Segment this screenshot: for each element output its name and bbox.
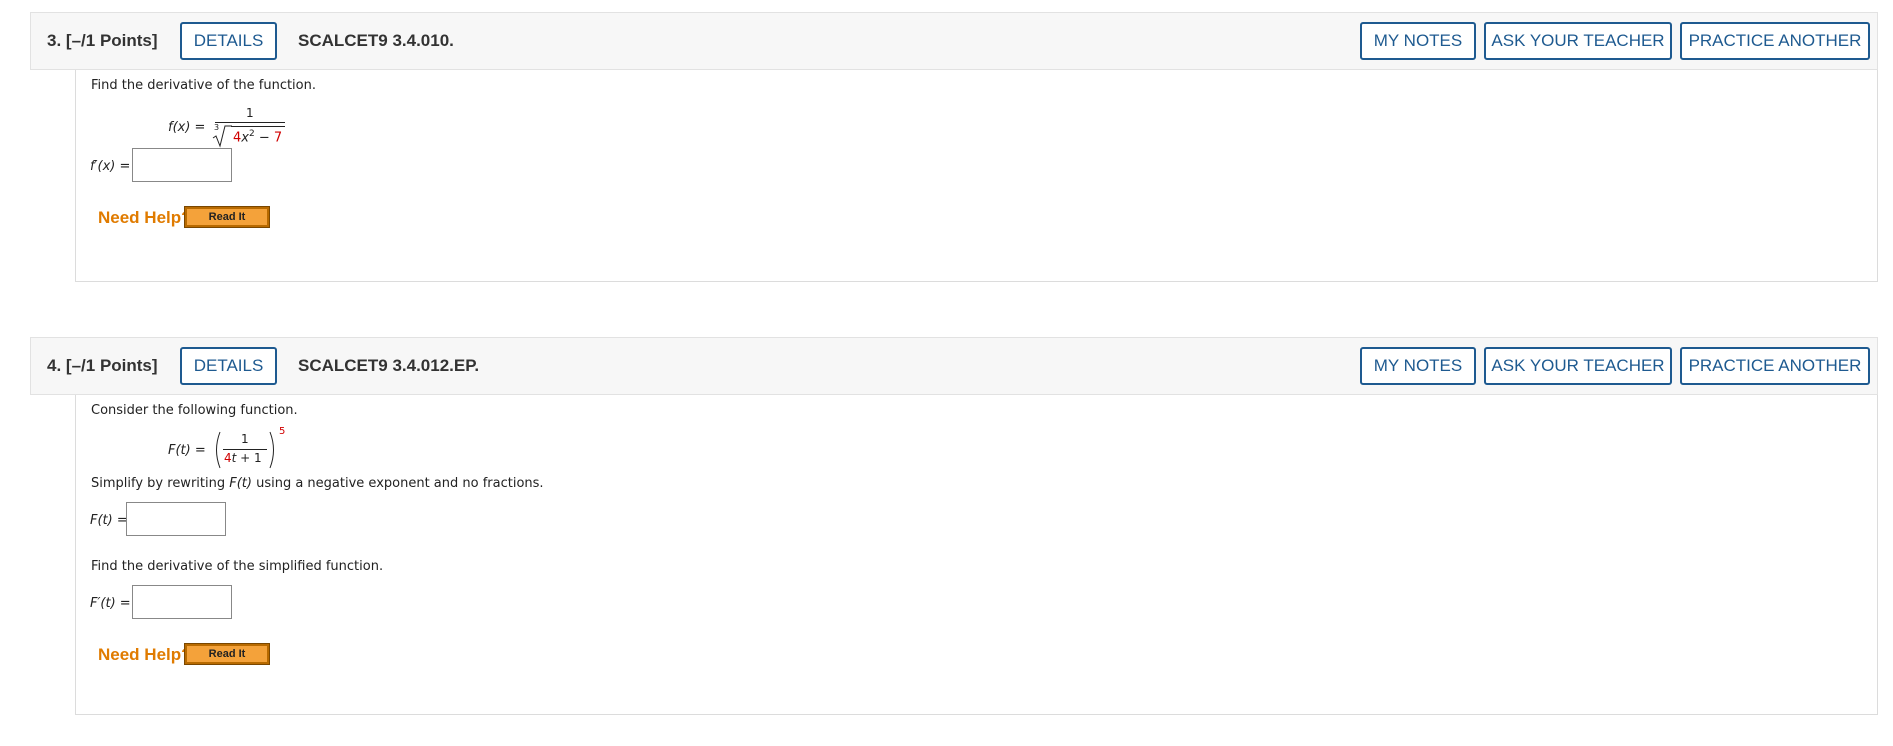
question-number: 3. <box>47 31 62 50</box>
question-points: [–/1 Points] <box>65 356 158 375</box>
radicand: 4x2 − 7 <box>233 129 282 145</box>
simplify-label: F(t) = <box>90 513 128 528</box>
ask-teacher-label: ASK YOUR TEACHER <box>1491 356 1665 375</box>
practice-another-button[interactable]: PRACTICE ANOTHER <box>1680 347 1870 385</box>
practice-another-label: PRACTICE ANOTHER <box>1688 31 1862 50</box>
question-header: 3. [–/1 Points] DETAILS SCALCET9 3.4.010… <box>30 12 1878 70</box>
radicand-overline <box>231 126 285 127</box>
ask-teacher-label: ASK YOUR TEACHER <box>1491 31 1665 50</box>
function-expression: F(t) = 1 4t + 1 5 <box>168 426 368 473</box>
right-paren-icon <box>269 431 274 469</box>
read-it-label: Read It <box>208 211 246 223</box>
radicand-operator: − <box>258 130 270 146</box>
question-prompt: Find the derivative of the function. <box>91 78 316 93</box>
practice-another-button[interactable]: PRACTICE ANOTHER <box>1680 22 1870 60</box>
derivative-prompt: Find the derivative of the simplified fu… <box>91 559 384 574</box>
details-button[interactable]: DETAILS <box>180 347 277 385</box>
denominator-rest: + 1 <box>236 451 262 465</box>
question-4: 4. [–/1 Points] DETAILS SCALCET9 3.4.012… <box>30 337 1878 715</box>
simplify-function: F(t) <box>229 476 252 491</box>
read-it-button[interactable]: Read It <box>184 206 270 228</box>
read-it-button[interactable]: Read It <box>184 643 270 665</box>
question-body: Find the derivative of the function. f(x… <box>75 70 1878 282</box>
radicand-constant: 7 <box>273 130 283 146</box>
derivative-answer-input[interactable] <box>132 148 232 182</box>
my-notes-label: MY NOTES <box>1373 356 1463 375</box>
need-help-label: Need Help? <box>98 208 192 227</box>
details-button[interactable]: DETAILS <box>180 22 277 60</box>
my-notes-button[interactable]: MY NOTES <box>1360 347 1476 385</box>
function-lhs: F(t) = <box>168 443 206 458</box>
problem-code: SCALCET9 3.4.010. <box>298 31 454 50</box>
ask-your-teacher-button[interactable]: ASK YOUR TEACHER <box>1484 347 1672 385</box>
fraction-denominator: 4t + 1 <box>224 451 262 465</box>
radicand-variable: x <box>241 130 249 146</box>
my-notes-button[interactable]: MY NOTES <box>1360 22 1476 60</box>
problem-code: SCALCET9 3.4.012.EP. <box>298 356 480 375</box>
details-label: DETAILS <box>193 356 264 375</box>
read-it-label: Read It <box>208 648 246 660</box>
simplified-answer-input[interactable] <box>126 502 226 536</box>
answer-label: F′(t) = <box>90 596 131 611</box>
question-3: 3. [–/1 Points] DETAILS SCALCET9 3.4.010… <box>30 12 1878 282</box>
denominator-coefficient: 4 <box>224 451 232 465</box>
question-number-points: 3. [–/1 Points] <box>47 31 158 51</box>
fraction-numerator: 1 <box>241 432 249 446</box>
answer-label: f′(x) = <box>90 159 131 174</box>
question-number: 4. <box>47 356 62 375</box>
fraction-bar <box>215 122 285 123</box>
question-header: 4. [–/1 Points] DETAILS SCALCET9 3.4.012… <box>30 337 1878 395</box>
question-points: [–/1 Points] <box>65 31 158 50</box>
fraction-numerator: 1 <box>246 106 254 120</box>
simplify-suffix: using a negative exponent and no fractio… <box>251 476 544 491</box>
my-notes-label: MY NOTES <box>1373 31 1463 50</box>
question-body: Consider the following function. F(t) = … <box>75 395 1878 715</box>
practice-another-label: PRACTICE ANOTHER <box>1688 356 1862 375</box>
simplify-prefix: Simplify by rewriting <box>91 476 230 491</box>
outer-exponent: 5 <box>279 426 286 437</box>
radicand-exponent: 2 <box>248 129 255 139</box>
need-help-label: Need Help? <box>98 645 192 664</box>
function-expression: f(x) = 1 3 4x2 − 7 <box>168 106 368 150</box>
question-number-points: 4. [–/1 Points] <box>47 356 158 376</box>
root-index: 3 <box>214 123 220 132</box>
simplify-instruction: Simplify by rewriting F(t) using a negat… <box>91 476 544 491</box>
function-lhs: f(x) = <box>168 120 206 135</box>
details-label: DETAILS <box>193 31 264 50</box>
ask-your-teacher-button[interactable]: ASK YOUR TEACHER <box>1484 22 1672 60</box>
left-paren-icon <box>216 431 221 469</box>
fraction-bar <box>223 449 267 450</box>
question-prompt: Consider the following function. <box>91 403 298 418</box>
derivative-answer-input[interactable] <box>132 585 232 619</box>
